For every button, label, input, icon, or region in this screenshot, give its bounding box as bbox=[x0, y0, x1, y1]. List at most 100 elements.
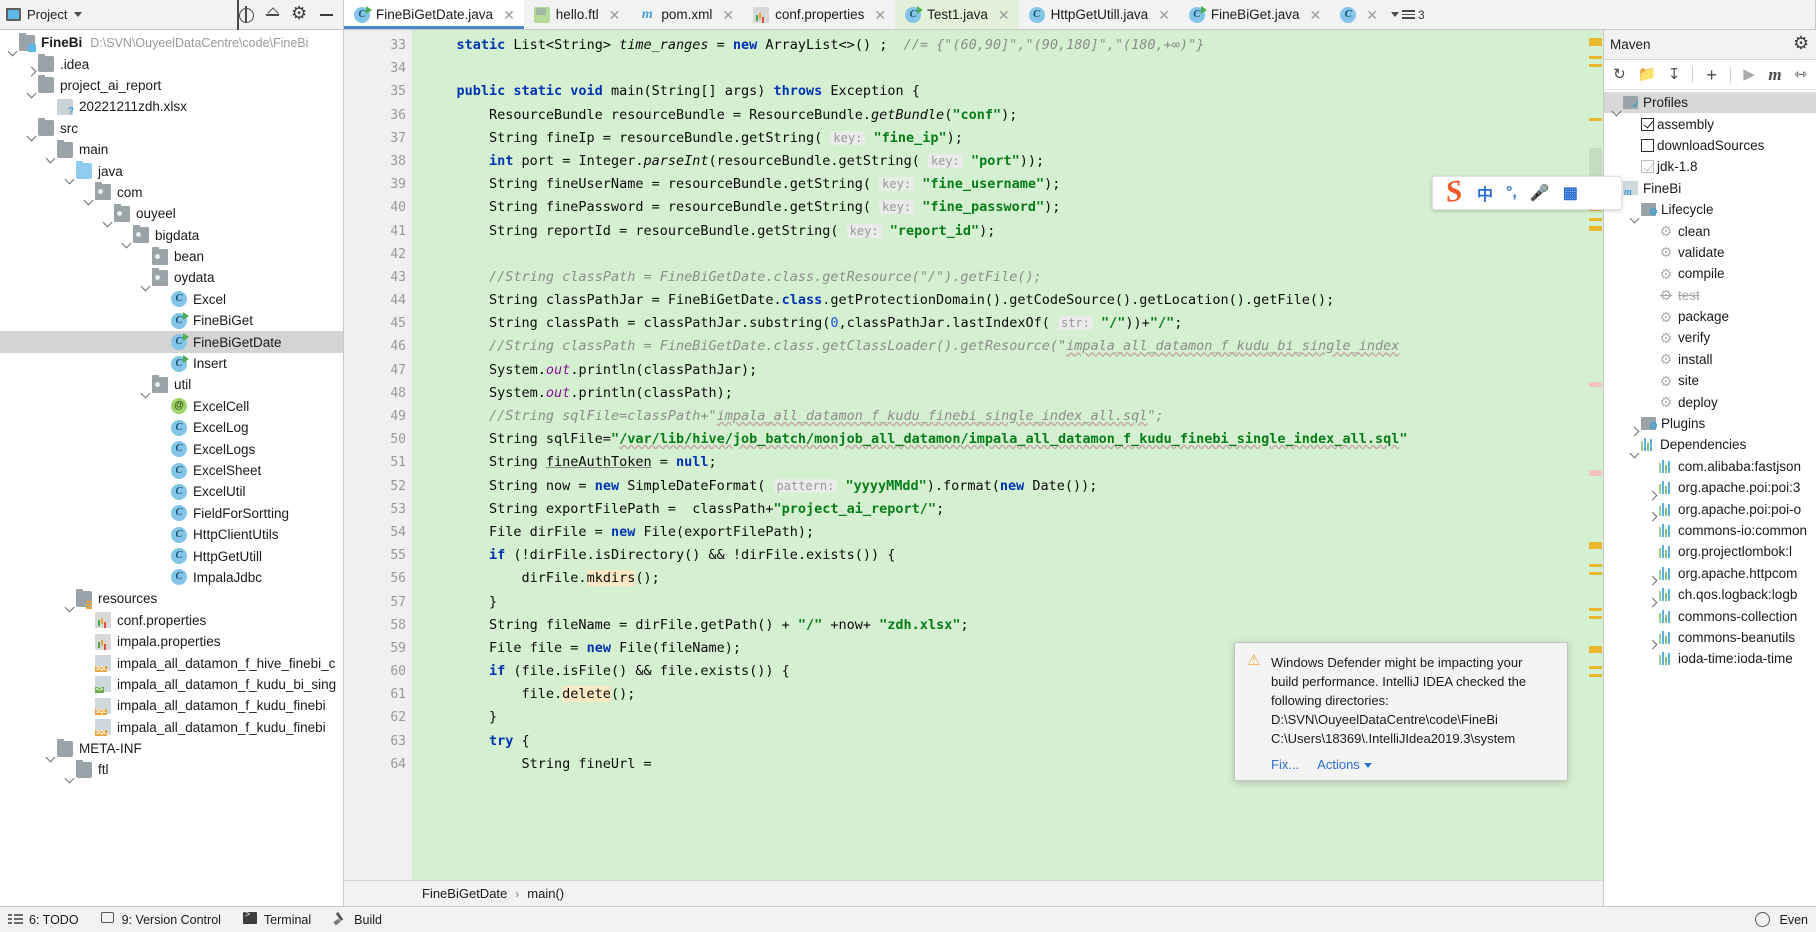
status-bar-item-6-todo[interactable]: 6: TODO bbox=[8, 912, 79, 927]
maven-tree-row-finebi[interactable]: FineBi bbox=[1604, 178, 1816, 199]
project-tree-row-finebigetdate[interactable]: C FineBiGetDate bbox=[0, 331, 343, 353]
project-tree-row-ouyeel[interactable]: ouyeel bbox=[0, 203, 343, 224]
add-icon[interactable]: + bbox=[1704, 66, 1719, 84]
chinese-mode-icon[interactable]: 中 bbox=[1477, 181, 1493, 205]
project-tree-row-finebi[interactable]: FineBi D:\SVN\OuyeelDataCentre\code\FineB… bbox=[0, 32, 343, 53]
editor-tab-conf-properties[interactable]: conf.properties ✕ bbox=[743, 0, 896, 29]
status-bar-item-9-version-control[interactable]: 9: Version Control bbox=[100, 912, 221, 927]
editor-marker-column[interactable] bbox=[1587, 30, 1603, 880]
project-tree-row-fieldforsortting[interactable]: C FieldForSortting bbox=[0, 503, 343, 524]
project-tree-row-excellogs[interactable]: C ExcelLogs bbox=[0, 438, 343, 459]
editor-tab-hello-ftl[interactable]: hello.ftl ✕ bbox=[523, 0, 630, 29]
maven-tree-row-site[interactable]: ⚙ site bbox=[1604, 370, 1816, 391]
sogou-ime-toolbar[interactable]: S 中 °, 🎤 ▦ bbox=[1432, 173, 1622, 212]
maven-tree-row-ch-qos-logback-logb[interactable]: ch.qos.logback:logb bbox=[1604, 584, 1816, 605]
project-tree-row-impala-all-datamon-f-hive-finebi-c[interactable]: impala_all_datamon_f_hive_finebi_c bbox=[0, 652, 343, 673]
project-tree-row-httpgetutill[interactable]: C HttpGetUtill bbox=[0, 545, 343, 566]
project-tree-row-bigdata[interactable]: bigdata bbox=[0, 225, 343, 246]
editor-tab-finebigetdate-java[interactable]: C FineBiGetDate.java ✕ bbox=[344, 0, 524, 29]
project-tree-row-resources[interactable]: resources bbox=[0, 588, 343, 609]
project-tree-row-bean[interactable]: bean bbox=[0, 246, 343, 267]
maven-tree-row-commons-io-common[interactable]: commons-io:common bbox=[1604, 520, 1816, 541]
project-tree-row-finebiget[interactable]: C FineBiGet bbox=[0, 310, 343, 331]
close-icon[interactable]: ✕ bbox=[722, 8, 734, 22]
close-icon[interactable]: ✕ bbox=[1309, 8, 1321, 22]
maven-tree-row-dependencies[interactable]: Dependencies bbox=[1604, 434, 1816, 455]
hide-icon[interactable] bbox=[318, 6, 335, 23]
maven-tree-row-profiles[interactable]: ✓ Profiles bbox=[1604, 92, 1816, 114]
status-bar-item-terminal[interactable]: Terminal bbox=[242, 909, 311, 927]
chevron-down-icon[interactable] bbox=[1363, 763, 1372, 769]
chevron-down-icon[interactable] bbox=[1390, 12, 1399, 17]
checkbox-assembly[interactable] bbox=[1641, 117, 1654, 131]
close-icon[interactable]: ✕ bbox=[1158, 8, 1170, 22]
maven-tree-row-org-apache-poi-poi-3[interactable]: org.apache.poi:poi:3 bbox=[1604, 477, 1816, 498]
editor-tab-test1-java[interactable]: C Test1.java ✕ bbox=[895, 0, 1019, 29]
maven-tree-row-commons-beanutils[interactable]: commons-beanutils bbox=[1604, 627, 1816, 648]
project-tree-row-oydata[interactable]: oydata bbox=[0, 267, 343, 288]
notification-action-actions[interactable]: Actions bbox=[1317, 757, 1372, 772]
collapse-all-icon[interactable] bbox=[264, 6, 281, 23]
checkbox-jdk-1.8[interactable] bbox=[1641, 160, 1654, 174]
project-tree-panel[interactable]: FineBi D:\SVN\OuyeelDataCentre\code\FineB… bbox=[0, 30, 344, 906]
project-tree-row-ftl[interactable]: ftl bbox=[0, 759, 343, 780]
project-tree-row-excelsheet[interactable]: C ExcelSheet bbox=[0, 460, 343, 481]
maven-tree-row-commons-collection[interactable]: commons-collection bbox=[1604, 605, 1816, 626]
maven-tree-row-jdk-1-8[interactable]: jdk-1.8 bbox=[1604, 156, 1816, 177]
project-tree-row-20221211zdh-xlsx[interactable]: 20221211zdh.xlsx bbox=[0, 96, 343, 117]
maven-tree-row-lifecycle[interactable]: ⚙ Lifecycle bbox=[1604, 199, 1816, 220]
project-tree-row-impala-properties[interactable]: impala.properties bbox=[0, 631, 343, 652]
reload-icon[interactable]: ↻ bbox=[1612, 66, 1627, 84]
maven-tree-row-assembly[interactable]: assembly bbox=[1604, 113, 1816, 134]
project-tree-row-impalajdbc[interactable]: C ImpalaJdbc bbox=[0, 567, 343, 588]
maven-tree-row-compile[interactable]: ⚙ compile bbox=[1604, 263, 1816, 284]
editor-tab-httpgetutill-java[interactable]: C HttpGetUtill.java ✕ bbox=[1018, 0, 1179, 29]
project-tree-row-excel[interactable]: C Excel bbox=[0, 289, 343, 310]
add-maven-project-icon[interactable]: 📁 bbox=[1638, 66, 1657, 84]
project-tree-row-excelcell[interactable]: @ ExcelCell bbox=[0, 396, 343, 417]
execute-maven-goal-icon[interactable]: m bbox=[1768, 65, 1783, 84]
toggle-offline-icon[interactable]: ⇿ bbox=[1793, 66, 1808, 84]
project-tree-row-conf-properties[interactable]: conf.properties bbox=[0, 610, 343, 631]
breadcrumb-method[interactable]: main() bbox=[527, 886, 564, 901]
project-tree-row-meta-inf[interactable]: META-INF bbox=[0, 738, 343, 759]
project-tree-row-impala-all-datamon-f-kudu-finebi[interactable]: impala_all_datamon_f_kudu_finebi bbox=[0, 695, 343, 716]
project-tree-row-insert[interactable]: C Insert bbox=[0, 353, 343, 374]
project-tree-row-com[interactable]: com bbox=[0, 182, 343, 203]
maven-tree-row-validate[interactable]: ⚙ validate bbox=[1604, 242, 1816, 263]
project-tree-row-main[interactable]: main bbox=[0, 139, 343, 160]
project-tree-row-java[interactable]: java bbox=[0, 160, 343, 181]
project-tree-row-project-ai-report[interactable]: project_ai_report bbox=[0, 75, 343, 96]
project-tree-row-httpclientutils[interactable]: C HttpClientUtils bbox=[0, 524, 343, 545]
notification-balloon[interactable]: ⚠ Windows Defender might be impacting yo… bbox=[1234, 642, 1568, 781]
project-tree-row-src[interactable]: src bbox=[0, 118, 343, 139]
download-sources-icon[interactable]: ↧ bbox=[1667, 66, 1682, 84]
chevron-down-icon[interactable] bbox=[74, 12, 83, 17]
close-icon[interactable]: ✕ bbox=[503, 8, 515, 22]
project-tree-row-util[interactable]: util bbox=[0, 374, 343, 395]
close-icon[interactable]: ✕ bbox=[609, 8, 621, 22]
close-icon[interactable]: ✕ bbox=[998, 8, 1010, 22]
notification-action-fix[interactable]: Fix... bbox=[1271, 757, 1299, 772]
editor-gutter[interactable]: 33 34 35 36 37 38 39 40 41 42 43 44 45 46 47 48 49 50 51 52… bbox=[344, 30, 444, 880]
maven-tree-row-org-projectlombok-l[interactable]: org.projectlombok:l bbox=[1604, 541, 1816, 562]
project-tree-row-impala-all-datamon-f-kudu-bi-sing[interactable]: impala_all_datamon_f_kudu_bi_sing bbox=[0, 674, 343, 695]
checkbox-downloadsources[interactable] bbox=[1641, 138, 1654, 152]
gear-icon[interactable] bbox=[1793, 33, 1810, 54]
maven-tree-row-org-apache-poi-poi-o[interactable]: org.apache.poi:poi-o bbox=[1604, 498, 1816, 519]
maven-tree-row-verify[interactable]: ⚙ verify bbox=[1604, 327, 1816, 348]
status-bar-item-build[interactable]: Build bbox=[333, 912, 382, 927]
close-icon[interactable]: ✕ bbox=[874, 8, 886, 22]
punctuation-icon[interactable]: °, bbox=[1506, 184, 1517, 202]
maven-tree-row-deploy[interactable]: ⚙ deploy bbox=[1604, 391, 1816, 412]
maven-tree-row-ioda-time-ioda-time[interactable]: ioda-time:ioda-time bbox=[1604, 648, 1816, 669]
locate-icon[interactable] bbox=[237, 6, 254, 23]
project-tree-row-impala-all-datamon-f-kudu-finebi[interactable]: impala_all_datamon_f_kudu_finebi bbox=[0, 717, 343, 738]
maven-tree-row-package[interactable]: ⚙ package bbox=[1604, 306, 1816, 327]
editor-tab-untitled[interactable]: C ✕ bbox=[1330, 0, 1387, 29]
list-icon[interactable] bbox=[1401, 8, 1415, 22]
sogou-logo-icon[interactable]: S bbox=[1433, 173, 1475, 212]
event-log-icon[interactable] bbox=[1754, 912, 1770, 927]
editor-tab-finebiget-java[interactable]: C FineBiGet.java ✕ bbox=[1178, 0, 1331, 29]
microphone-icon[interactable]: 🎤 bbox=[1530, 183, 1550, 203]
